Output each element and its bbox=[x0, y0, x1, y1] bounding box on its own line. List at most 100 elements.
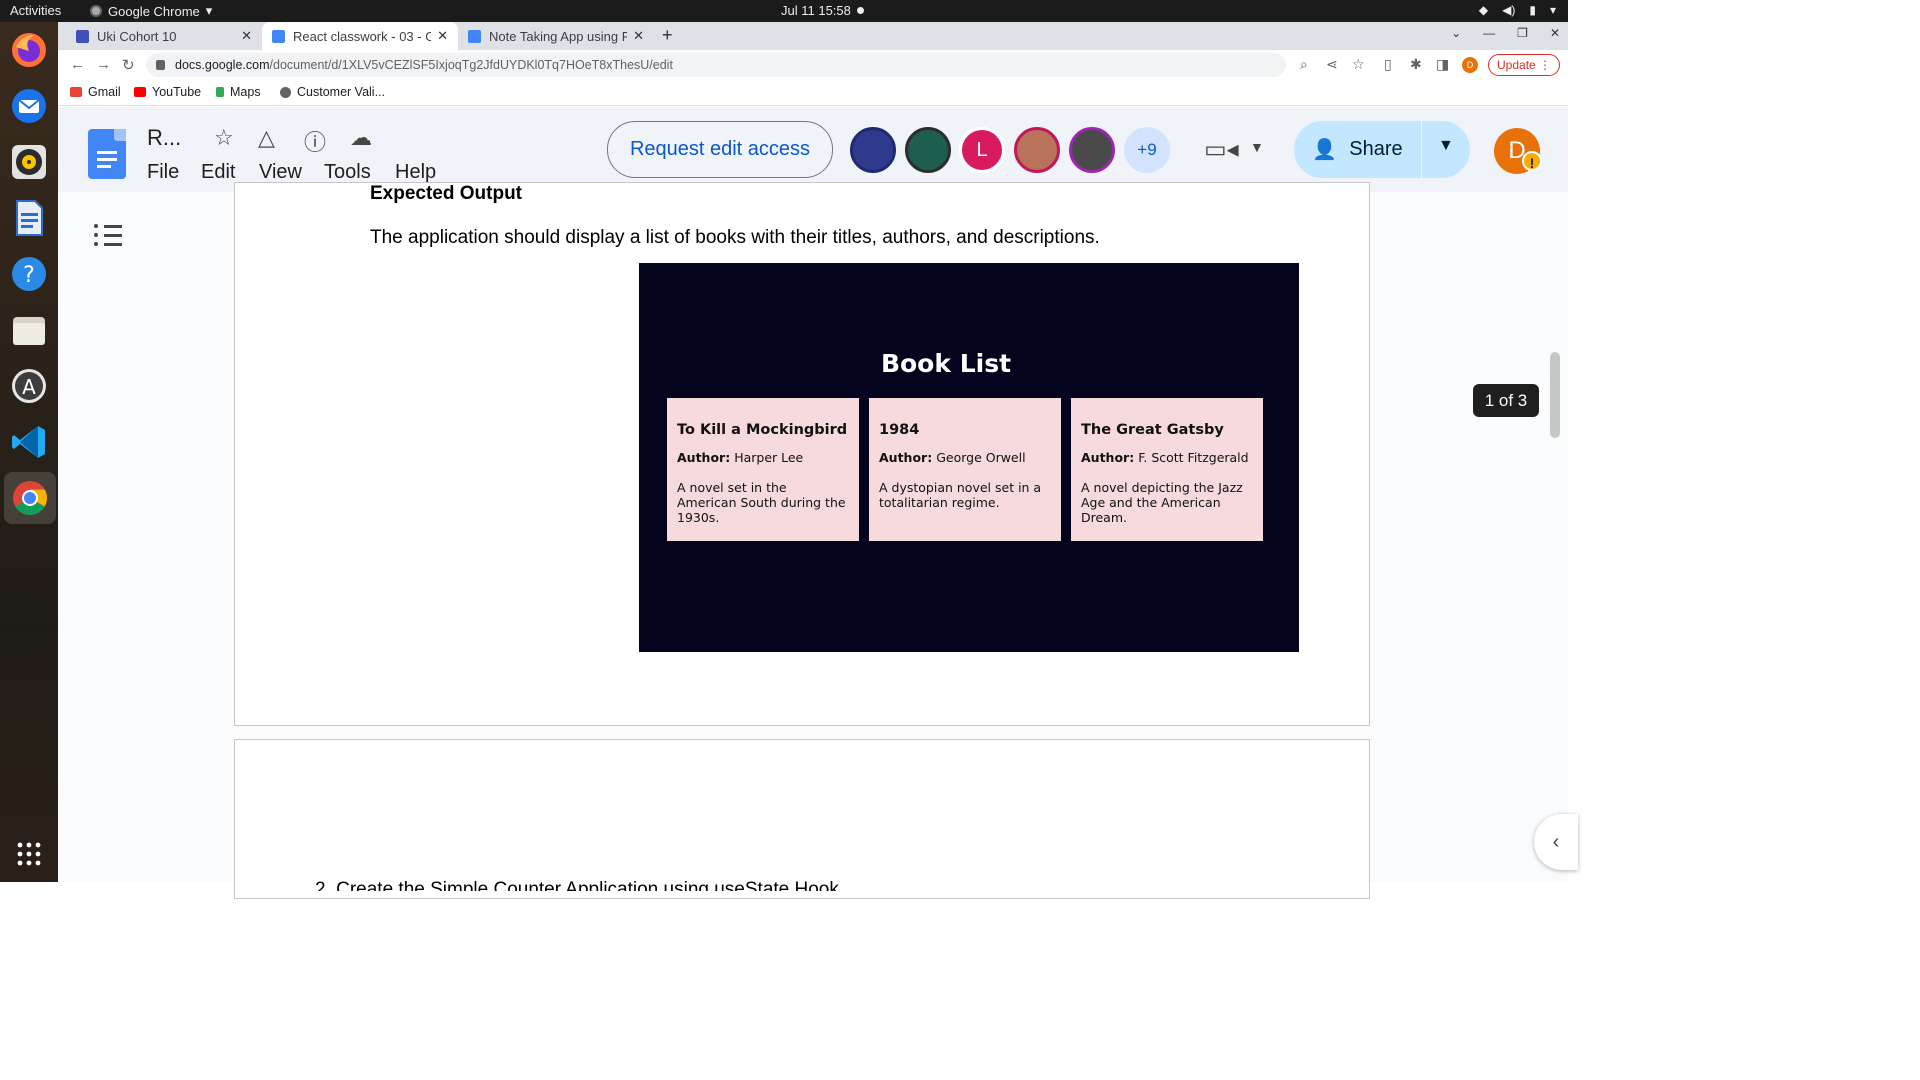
outline-toggle-icon[interactable] bbox=[94, 224, 122, 251]
collaborator-avatar[interactable] bbox=[850, 127, 896, 173]
close-icon[interactable]: ✕ bbox=[437, 28, 448, 44]
app-menu[interactable]: Google Chrome ▾ bbox=[90, 3, 212, 19]
close-icon[interactable]: ✕ bbox=[633, 28, 644, 44]
more-collaborators-badge[interactable]: +9 bbox=[1124, 127, 1170, 173]
minimize-icon[interactable]: — bbox=[1483, 26, 1495, 40]
book-description: A dystopian novel set in a totalitarian … bbox=[879, 480, 1042, 510]
request-edit-access-button[interactable]: Request edit access bbox=[607, 121, 833, 178]
dock-item-app-grid[interactable] bbox=[9, 834, 49, 874]
notification-dot-icon bbox=[857, 7, 864, 14]
collaborator-avatar[interactable] bbox=[1014, 127, 1060, 173]
bookmark-customer-validation[interactable]: Customer Vali... bbox=[280, 85, 385, 99]
reload-icon[interactable]: ↻ bbox=[122, 56, 135, 74]
dock-item-thunderbird[interactable] bbox=[9, 86, 49, 126]
book-title: The Great Gatsby bbox=[1081, 422, 1224, 438]
os-top-bar: Activities Google Chrome ▾ Jul 11 15:58 … bbox=[0, 0, 1568, 22]
url-field[interactable]: docs.google.com /document/d/1XLV5vCEZlSF… bbox=[146, 53, 1286, 77]
thunderbird-icon bbox=[12, 89, 46, 123]
collaborator-avatar[interactable]: L bbox=[959, 127, 1005, 173]
profile-avatar[interactable]: D bbox=[1462, 57, 1478, 73]
cloud-status-icon[interactable]: ☁ bbox=[350, 125, 372, 151]
bookmark-star-icon[interactable]: ☆ bbox=[1352, 56, 1365, 73]
dock-item-help[interactable]: ? bbox=[9, 254, 49, 294]
warning-icon: ! bbox=[1522, 151, 1542, 171]
menu-help[interactable]: Help bbox=[395, 161, 436, 184]
battery-icon: ▮ bbox=[1529, 3, 1536, 17]
dock-item-chrome[interactable] bbox=[4, 472, 56, 524]
youtube-icon bbox=[134, 87, 146, 97]
expected-output-image[interactable]: Book List To Kill a Mockingbird Author: … bbox=[639, 263, 1299, 652]
zoom-icon[interactable]: ⌕ bbox=[1300, 56, 1308, 73]
update-button[interactable]: Update ⋮ bbox=[1488, 54, 1561, 76]
volume-icon: ◀) bbox=[1502, 3, 1516, 17]
book-title: To Kill a Mockingbird bbox=[677, 422, 848, 438]
dock-item-rhythmbox[interactable] bbox=[9, 142, 49, 182]
bookmark-maps[interactable]: Maps bbox=[216, 85, 261, 99]
dock-item-writer[interactable] bbox=[9, 198, 49, 238]
share-page-icon[interactable]: ⋖ bbox=[1326, 56, 1338, 73]
share-label: Share bbox=[1349, 138, 1403, 160]
scrollbar-thumb[interactable] bbox=[1550, 352, 1560, 438]
tab-react-classwork[interactable]: React classwork - 03 - Goo ✕ bbox=[262, 22, 458, 50]
dock-item-vscode[interactable] bbox=[9, 422, 49, 462]
author-label: Author: bbox=[677, 450, 731, 465]
close-icon[interactable]: ✕ bbox=[241, 28, 252, 44]
docs-logo-icon[interactable] bbox=[88, 129, 126, 179]
side-panel-toggle[interactable]: ‹ bbox=[1534, 814, 1578, 870]
maps-pin-icon bbox=[216, 87, 224, 97]
author-name: F. Scott Fitzgerald bbox=[1138, 450, 1249, 465]
author-label: Author: bbox=[879, 450, 933, 465]
new-tab-button[interactable]: + bbox=[662, 25, 673, 46]
outline-bar bbox=[104, 224, 122, 228]
lock-icon[interactable] bbox=[156, 60, 165, 70]
outline-row bbox=[94, 233, 122, 237]
extension-translate-icon[interactable]: ▯ bbox=[1384, 56, 1392, 73]
extensions-puzzle-icon[interactable]: ✱ bbox=[1410, 56, 1422, 73]
activities-button[interactable]: Activities bbox=[10, 3, 61, 18]
share-button[interactable]: 👤 Share bbox=[1294, 121, 1422, 178]
document-title[interactable]: R... bbox=[147, 125, 181, 151]
bookmark-gmail[interactable]: Gmail bbox=[70, 85, 121, 99]
menu-view[interactable]: View bbox=[259, 161, 302, 184]
share-dropdown-chevron-icon[interactable]: ▼ bbox=[1438, 137, 1454, 155]
tab-note-taking[interactable]: Note Taking App using Re ✕ bbox=[458, 22, 654, 50]
tab-title: Note Taking App using Re bbox=[489, 28, 628, 44]
book-author: Author: Harper Lee bbox=[677, 450, 849, 465]
star-icon[interactable]: ☆ bbox=[214, 125, 234, 151]
menu-edit[interactable]: Edit bbox=[201, 161, 235, 184]
tab-uki-cohort[interactable]: Uki Cohort 10 ✕ bbox=[66, 22, 262, 50]
app-grid-icon bbox=[17, 842, 41, 866]
vscode-icon bbox=[12, 426, 45, 458]
close-window-icon[interactable]: ✕ bbox=[1550, 26, 1560, 40]
author-name: Harper Lee bbox=[734, 450, 804, 465]
bookmark-youtube[interactable]: YouTube bbox=[134, 85, 201, 99]
clock[interactable]: Jul 11 15:58 bbox=[781, 3, 851, 18]
dock-item-firefox[interactable] bbox=[9, 30, 49, 70]
move-to-drive-icon[interactable]: △ bbox=[258, 125, 275, 151]
chrome-icon bbox=[13, 481, 47, 515]
body-paragraph: The application should display a list of… bbox=[370, 227, 1100, 248]
system-tray[interactable]: ◆ ◀) ▮ ▾ bbox=[1479, 3, 1556, 17]
side-panel-icon[interactable]: ◨ bbox=[1436, 56, 1449, 73]
outline-row bbox=[94, 224, 122, 228]
bookmark-label: Gmail bbox=[88, 85, 121, 99]
chevron-down-icon[interactable]: ▼ bbox=[1250, 139, 1264, 155]
body-paragraph: 2. Create the Simple Counter Application… bbox=[315, 879, 839, 891]
book-title: 1984 bbox=[879, 422, 920, 438]
collaborator-avatar[interactable] bbox=[1069, 127, 1115, 173]
back-icon[interactable]: ← bbox=[70, 56, 85, 73]
restore-icon[interactable]: ❐ bbox=[1517, 26, 1528, 40]
dock-item-files[interactable] bbox=[9, 310, 49, 350]
tab-search-icon[interactable]: ⌄ bbox=[1451, 26, 1461, 40]
outline-dot bbox=[94, 233, 98, 237]
meet-video-icon[interactable]: ▭◂ bbox=[1204, 135, 1239, 164]
forward-icon[interactable]: → bbox=[96, 56, 111, 73]
menu-tools[interactable]: Tools bbox=[324, 161, 371, 184]
info-icon[interactable]: ⓘ bbox=[304, 125, 326, 157]
document-page: 2. Create the Simple Counter Application… bbox=[234, 739, 1370, 899]
chevron-down-icon: ▾ bbox=[205, 3, 213, 18]
outline-dot bbox=[94, 242, 98, 246]
dock-item-software[interactable]: A bbox=[9, 366, 49, 406]
menu-file[interactable]: File bbox=[147, 161, 179, 184]
collaborator-avatar[interactable] bbox=[905, 127, 951, 173]
